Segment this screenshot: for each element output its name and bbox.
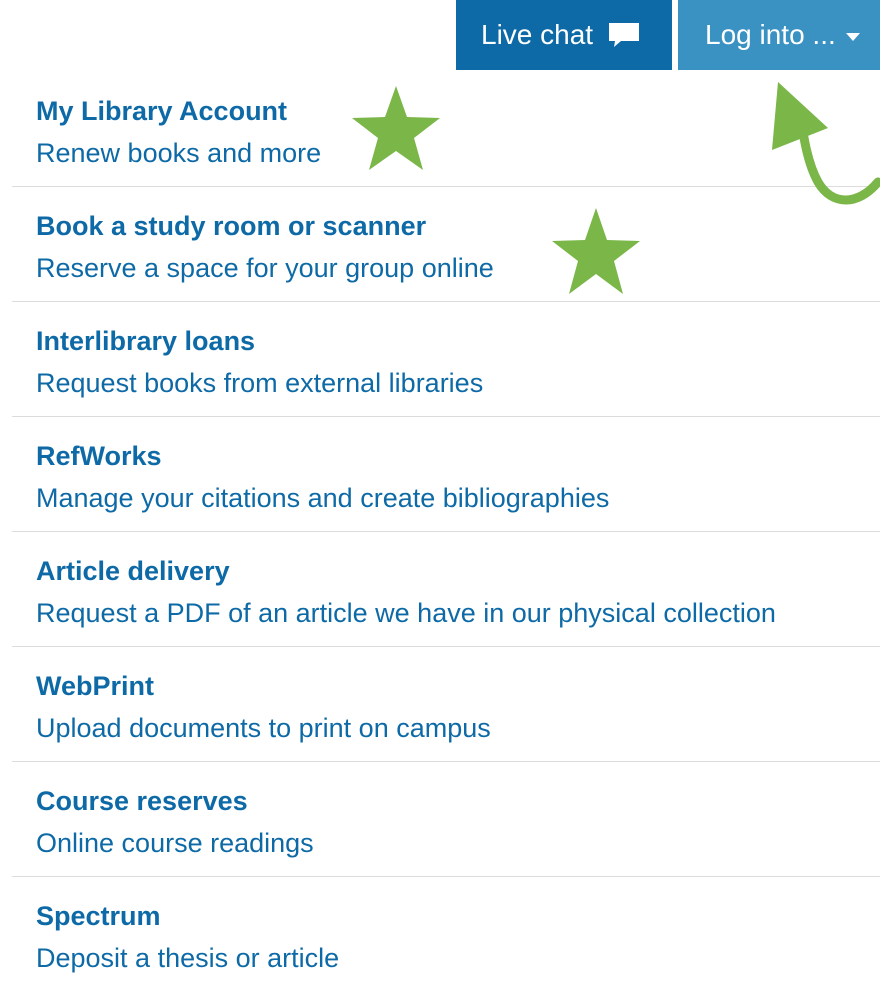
star-icon [352,86,440,170]
menu-item-refworks[interactable]: RefWorks Manage your citations and creat… [12,417,880,532]
menu-item-description[interactable]: Manage your citations and create bibliog… [36,483,609,514]
live-chat-button[interactable]: Live chat [456,0,672,70]
caret-down-icon [845,33,860,41]
menu-item-interlibrary-loans[interactable]: Interlibrary loans Request books from ex… [12,302,880,417]
menu-item-title[interactable]: Course reserves [36,786,248,817]
menu-item-title[interactable]: Article delivery [36,556,230,587]
menu-item-title[interactable]: Book a study room or scanner [36,211,426,242]
speech-bubble-icon [607,21,641,49]
menu-item-description[interactable]: Deposit a thesis or article [36,943,339,974]
menu-item-spectrum[interactable]: Spectrum Deposit a thesis or article [12,877,880,992]
menu-item-description[interactable]: Request a PDF of an article we have in o… [36,598,776,629]
menu-item-title[interactable]: My Library Account [36,96,287,127]
menu-item-description[interactable]: Request books from external libraries [36,368,483,399]
menu-item-title[interactable]: Spectrum [36,901,161,932]
menu-item-description[interactable]: Renew books and more [36,138,321,169]
star-icon [552,208,640,294]
menu-item-article-delivery[interactable]: Article delivery Request a PDF of an art… [12,532,880,647]
log-into-label: Log into ... [705,19,836,50]
top-bar: Live chat Log into ... [0,0,880,70]
menu-item-course-reserves[interactable]: Course reserves Online course readings [12,762,880,877]
log-into-dropdown-button[interactable]: Log into ... [678,0,880,70]
services-menu: My Library Account Renew books and more … [12,72,880,992]
menu-item-book-study-room[interactable]: Book a study room or scanner Reserve a s… [12,187,880,302]
menu-item-webprint[interactable]: WebPrint Upload documents to print on ca… [12,647,880,762]
menu-item-description[interactable]: Online course readings [36,828,314,859]
curved-arrow-icon [772,82,880,205]
menu-item-title[interactable]: RefWorks [36,441,162,472]
menu-item-description[interactable]: Reserve a space for your group online [36,253,494,284]
menu-item-description[interactable]: Upload documents to print on campus [36,713,491,744]
menu-item-my-library-account[interactable]: My Library Account Renew books and more [12,72,880,187]
live-chat-label: Live chat [481,19,594,50]
menu-item-title[interactable]: Interlibrary loans [36,326,255,357]
menu-item-title[interactable]: WebPrint [36,671,154,702]
